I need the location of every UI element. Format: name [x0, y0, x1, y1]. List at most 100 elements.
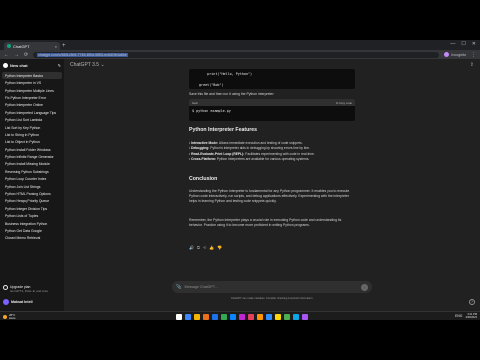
back-icon[interactable]: ← [4, 52, 9, 58]
profile-avatar-icon [444, 52, 450, 57]
taskbar-app-icon[interactable] [293, 313, 299, 320]
copy-code-button[interactable]: ⧉ Copy code [336, 101, 352, 105]
sidebar-item[interactable]: Business Integration Python [2, 220, 62, 227]
taskbar-app-icon[interactable] [302, 313, 308, 320]
upgrade-plan-button[interactable]: Upgrade plan Get GPT-4, DALL·E, and more [3, 285, 61, 293]
attach-icon[interactable]: 📎 [176, 284, 181, 290]
sidebar-item[interactable]: List to Object in Python [2, 139, 62, 146]
chatgpt-favicon-icon [7, 44, 11, 48]
sidebar-item[interactable]: Python HTML Parsing Options [2, 190, 62, 197]
conversation: print("Hello, Python") greet("Bob") Save… [189, 69, 355, 284]
regenerate-icon[interactable]: ⟲ [203, 245, 206, 250]
new-tab-button[interactable]: + [62, 42, 66, 50]
sidebar-item[interactable]: Python Integer Division Tips [2, 205, 62, 212]
sidebar-item[interactable]: Python Install Missing Module [2, 161, 62, 168]
paragraph: Understanding the Python interpreter is … [189, 189, 350, 204]
feature-description: Allows immediate execution and testing o… [218, 141, 303, 145]
url-field[interactable]: chatgpt.com/c/66f1c3b5-7745-8f0d-9853-ec… [33, 51, 440, 58]
new-chat-label: New chat [10, 62, 28, 68]
sidebar-item[interactable]: Reversing Python Substrings [2, 168, 62, 175]
sidebar-item[interactable]: Python Interpreter Basics [2, 72, 62, 80]
minimize-button[interactable]: — [450, 41, 455, 47]
sidebar-item[interactable]: Fix Python Interpreter Error [2, 94, 62, 101]
sidebar-item[interactable]: Python Lists of Tuples [2, 212, 62, 219]
weather-condition: Haze [9, 315, 16, 320]
avatar [3, 299, 9, 305]
sidebar-item[interactable]: Python Loop Counter Index [2, 175, 62, 182]
address-bar: ← → ⟳ chatgpt.com/c/66f1c3b5-7745-8f0d-9… [0, 50, 480, 59]
upgrade-icon [3, 285, 8, 290]
feature-name: Read-Evaluate-Print Loop (REPL): [191, 151, 245, 156]
taskbar-app-icon[interactable] [230, 313, 236, 320]
thumbs-down-icon[interactable]: 👎 [217, 245, 222, 250]
weather-widget[interactable]: 28°C Haze [3, 313, 16, 320]
sidebar-item[interactable]: Python Install Folder Windows [2, 146, 62, 153]
taskbar-app-icon[interactable] [257, 313, 263, 320]
heading-features: Python Interpreter Features [189, 127, 258, 133]
sidebar-item[interactable]: Python Infinite Range Generator [2, 153, 62, 160]
chat-history-list: Python Interpreter Basics Python Interpre… [2, 72, 62, 242]
taskbar-app-icon[interactable] [239, 313, 245, 320]
sidebar-item[interactable]: Closed Memo Retrieval [2, 235, 62, 242]
clock[interactable]: 3:21 PM 4/30/2024 [465, 313, 477, 320]
tab-title: ChatGPT [13, 43, 30, 49]
taskbar-app-icon[interactable] [248, 313, 254, 320]
disclaimer: ChatGPT can make mistakes. Consider chec… [230, 297, 314, 300]
reload-icon[interactable]: ⟳ [24, 52, 28, 58]
help-button[interactable]: ? [469, 299, 475, 305]
paragraph: Save this file and then run it using the… [189, 92, 275, 96]
code-block-bash: bash ⧉ Copy code $ python example.py [189, 99, 355, 121]
sidebar-item[interactable]: List Sort by Key Python [2, 124, 62, 131]
sidebar-item[interactable]: Python Join List Strings [2, 183, 62, 190]
feature-name: Interactive Mode: [191, 141, 219, 145]
send-button[interactable]: ↑ [361, 283, 368, 291]
message-input[interactable] [184, 285, 358, 289]
taskbar-apps [176, 313, 308, 320]
upgrade-subtitle: Get GPT-4, DALL·E, and more [10, 289, 49, 293]
thumbs-up-icon[interactable]: 👍 [209, 245, 214, 250]
sidebar-item[interactable]: Python Interpreter in VS [2, 79, 62, 86]
profile-name: Incognito [451, 52, 466, 57]
model-selector[interactable]: ChatGPT 3.5 ⌄ [70, 62, 105, 68]
sidebar-item[interactable]: Python Interpreted Language Tips [2, 109, 62, 116]
profile-button[interactable]: Incognito [444, 52, 466, 57]
tab-close-icon[interactable]: × [55, 44, 57, 49]
taskbar-app-icon[interactable] [275, 313, 281, 320]
sidebar-item[interactable]: Python Heapq Priority Queue [2, 198, 62, 205]
close-window-button[interactable]: ✕ [472, 41, 476, 47]
sidebar-item[interactable]: List to String in Python [2, 131, 62, 138]
sidebar-item[interactable]: Python List Sort Lambda [2, 116, 62, 123]
taskbar-app-icon[interactable] [221, 313, 227, 320]
code-text: print("Hello, Python") greet("Bob") [199, 72, 253, 87]
forward-icon[interactable]: → [14, 52, 19, 58]
features-list: • Interactive Mode: Allows immediate exe… [189, 141, 355, 163]
new-chat-button[interactable]: New chat ✎ [3, 61, 61, 69]
language-indicator[interactable]: ENG [455, 314, 462, 318]
window-controls: — ☐ ✕ [450, 41, 476, 47]
sidebar-item[interactable]: Python Get Data Google [2, 227, 62, 234]
taskbar-app-icon[interactable] [284, 313, 290, 320]
sidebar-item[interactable]: Python Interpreter Online [2, 102, 62, 109]
taskbar-app-icon[interactable] [266, 313, 272, 320]
main-panel: ChatGPT 3.5 ⌄ ⇪ print("Hello, Python") g… [64, 59, 480, 311]
maximize-button[interactable]: ☐ [461, 41, 465, 47]
sidebar-item[interactable]: Python Interpreter Multiple Lines [2, 87, 62, 94]
read-aloud-icon[interactable]: 🔊 [189, 245, 194, 250]
share-icon[interactable]: ⇪ [470, 62, 474, 68]
feature-description: Python interpreters are available for va… [216, 157, 310, 162]
composer: 📎 ↑ [172, 281, 372, 293]
start-icon[interactable] [176, 313, 182, 320]
feature-name: Cross-Platform: [191, 157, 216, 162]
taskbar-app-icon[interactable] [203, 313, 209, 320]
browser-tab[interactable]: ChatGPT × [4, 42, 60, 50]
weather-icon [3, 314, 7, 319]
browser-menu-icon[interactable]: ⋮ [471, 52, 476, 58]
copy-icon[interactable]: ⧉ [197, 245, 200, 250]
taskbar-app-icon[interactable] [185, 313, 191, 320]
edit-icon[interactable]: ✎ [58, 63, 61, 68]
list-item: • Cross-Platform: Python interpreters ar… [189, 157, 310, 162]
user-menu[interactable]: Maksat Intell [3, 299, 61, 305]
feature-name: Debugging: [191, 146, 210, 151]
taskbar-app-icon[interactable] [212, 313, 218, 320]
taskbar-app-icon[interactable] [194, 313, 200, 320]
